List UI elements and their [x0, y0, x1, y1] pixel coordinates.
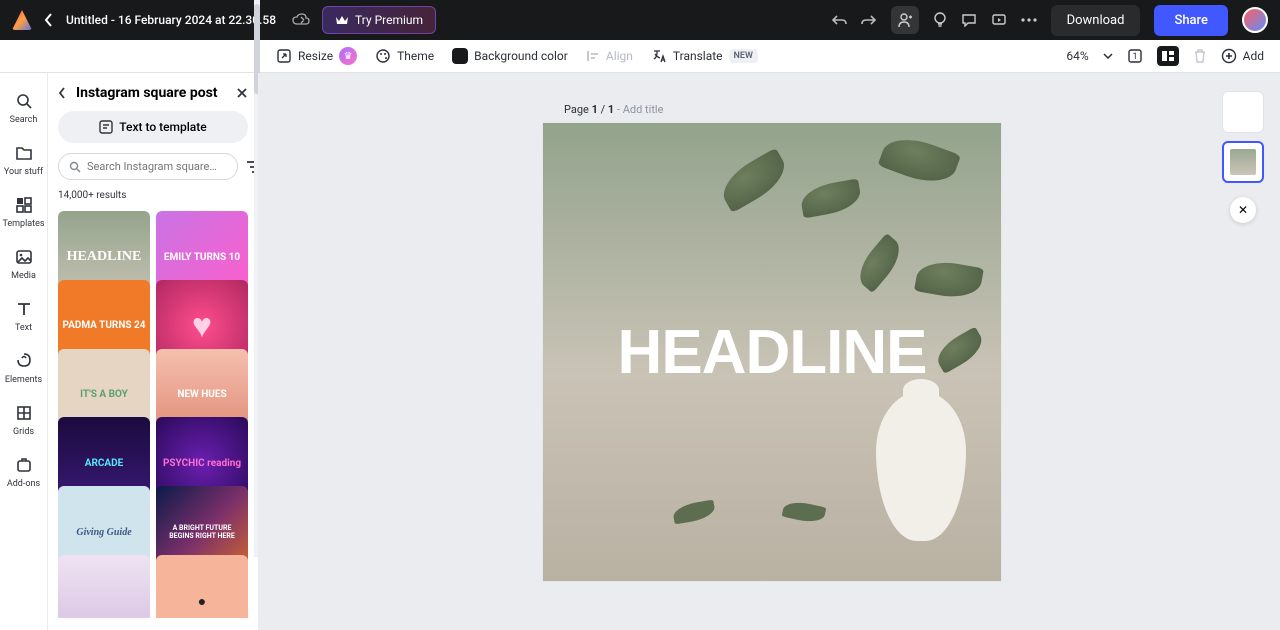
rail-addons-label: Add-ons: [7, 479, 40, 489]
rail-media[interactable]: Media: [0, 239, 47, 289]
template-thumb[interactable]: [58, 555, 150, 618]
rail-text-label: Text: [15, 323, 32, 333]
vase-decoration: [876, 391, 966, 541]
resize-icon: [276, 48, 292, 64]
redo-button[interactable]: [861, 13, 877, 27]
close-pages-strip[interactable]: ✕: [1230, 197, 1256, 223]
add-title-link[interactable]: Add title: [623, 103, 664, 116]
crown-icon: [335, 14, 349, 26]
delete-page-icon: [1193, 48, 1207, 64]
rail-elements-label: Elements: [5, 375, 42, 385]
grids-icon: [14, 403, 34, 423]
present-icon[interactable]: [991, 13, 1007, 27]
resize-label: Resize: [298, 49, 333, 63]
text-icon: [14, 299, 34, 319]
rail-templates[interactable]: Templates: [0, 187, 47, 237]
addons-icon: [14, 455, 34, 475]
leaf-decoration: [672, 499, 716, 524]
template-thumb[interactable]: ●: [156, 555, 248, 618]
user-avatar[interactable]: [1242, 7, 1268, 33]
leaf-decoration: [851, 233, 908, 293]
rail-addons[interactable]: Add-ons: [0, 447, 47, 497]
leaf-decoration: [932, 326, 988, 374]
new-badge: NEW: [729, 49, 758, 63]
folder-icon: [14, 143, 34, 163]
rail-search-label: Search: [10, 115, 38, 125]
search-icon-small: [69, 161, 81, 173]
leaf-decoration: [914, 257, 984, 302]
theme-icon: [375, 48, 391, 64]
rail-grids-label: Grids: [13, 427, 34, 437]
theme-tool[interactable]: Theme: [375, 48, 434, 64]
templates-grid: HEADLINEEMILY TURNS 10♛PADMA TURNS 24♛♥♛…: [58, 211, 248, 618]
elements-icon: [14, 351, 34, 371]
translate-label: Translate: [673, 49, 723, 63]
translate-tool[interactable]: Translate NEW: [651, 48, 758, 64]
leaf-decoration: [878, 130, 961, 191]
lightbulb-icon[interactable]: [933, 12, 947, 28]
align-tool: Align: [586, 49, 633, 63]
rail-media-label: Media: [11, 271, 36, 281]
bgcolor-tool[interactable]: Background color: [452, 48, 568, 64]
rail-text[interactable]: Text: [0, 291, 47, 341]
rail-search[interactable]: Search: [0, 83, 47, 133]
share-button[interactable]: Share: [1154, 5, 1228, 36]
crown-badge-icon: ♛: [339, 47, 357, 65]
page-sep: /: [598, 103, 608, 116]
back-button[interactable]: [44, 13, 54, 27]
media-icon: [14, 247, 34, 267]
results-count: 14,000+ results: [58, 190, 248, 201]
page-label[interactable]: Page 1 / 1 - Add title: [538, 85, 663, 124]
leaf-decoration: [715, 148, 793, 213]
rail-templates-label: Templates: [2, 219, 44, 229]
resize-tool[interactable]: Resize ♛: [276, 47, 357, 65]
add-page-button[interactable]: Add: [1221, 48, 1264, 64]
try-premium-button[interactable]: Try Premium: [322, 6, 436, 34]
text-to-template-icon: [99, 120, 113, 134]
download-button[interactable]: Download: [1051, 5, 1141, 36]
zoom-dropdown-icon[interactable]: [1103, 53, 1113, 59]
page-info-icon[interactable]: 1: [1127, 48, 1143, 64]
add-title-sep: -: [614, 103, 623, 116]
templates-icon: [14, 195, 34, 215]
bgcolor-label: Background color: [474, 49, 568, 63]
add-page-thumb[interactable]: [1222, 91, 1264, 133]
plus-circle-icon: [1221, 48, 1237, 64]
app-logo[interactable]: [12, 10, 32, 30]
slideshow-icon[interactable]: [1157, 46, 1179, 66]
text-to-template-button[interactable]: Text to template: [58, 111, 248, 143]
search-input-wrap[interactable]: [58, 153, 238, 180]
theme-label: Theme: [397, 49, 434, 63]
more-menu-icon[interactable]: [1021, 18, 1037, 22]
leaf-decoration: [799, 178, 863, 218]
canvas[interactable]: HEADLINE: [543, 123, 1001, 581]
page-prefix: Page: [564, 103, 592, 116]
t2t-label: Text to template: [119, 120, 206, 134]
add-label: Add: [1243, 49, 1264, 63]
panel-close-icon[interactable]: [236, 87, 248, 99]
rail-grids[interactable]: Grids: [0, 395, 47, 445]
rail-yourstuff-label: Your stuff: [4, 167, 43, 177]
headline-text[interactable]: HEADLINE: [618, 317, 927, 388]
align-label: Align: [606, 49, 633, 63]
page-thumb-1[interactable]: [1222, 141, 1264, 183]
translate-icon: [651, 48, 667, 64]
leaf-decoration: [782, 499, 827, 525]
rail-elements[interactable]: Elements: [0, 343, 47, 393]
add-collaborator-button[interactable]: [891, 6, 919, 34]
panel-title: Instagram square post: [76, 85, 226, 101]
search-input[interactable]: [87, 160, 227, 173]
undo-button[interactable]: [831, 13, 847, 27]
panel-back-icon[interactable]: [58, 87, 66, 99]
color-swatch-icon: [452, 48, 468, 64]
svg-text:1: 1: [1132, 52, 1137, 62]
comments-icon[interactable]: [961, 13, 977, 27]
cloud-status-icon: [292, 13, 310, 27]
align-icon: [586, 49, 600, 63]
document-title[interactable]: Untitled - 16 February 2024 at 22.30.58: [66, 13, 276, 27]
search-icon: [14, 91, 34, 111]
rail-yourstuff[interactable]: Your stuff: [0, 135, 47, 185]
zoom-level[interactable]: 64%: [1066, 49, 1088, 63]
premium-label: Try Premium: [355, 13, 423, 27]
